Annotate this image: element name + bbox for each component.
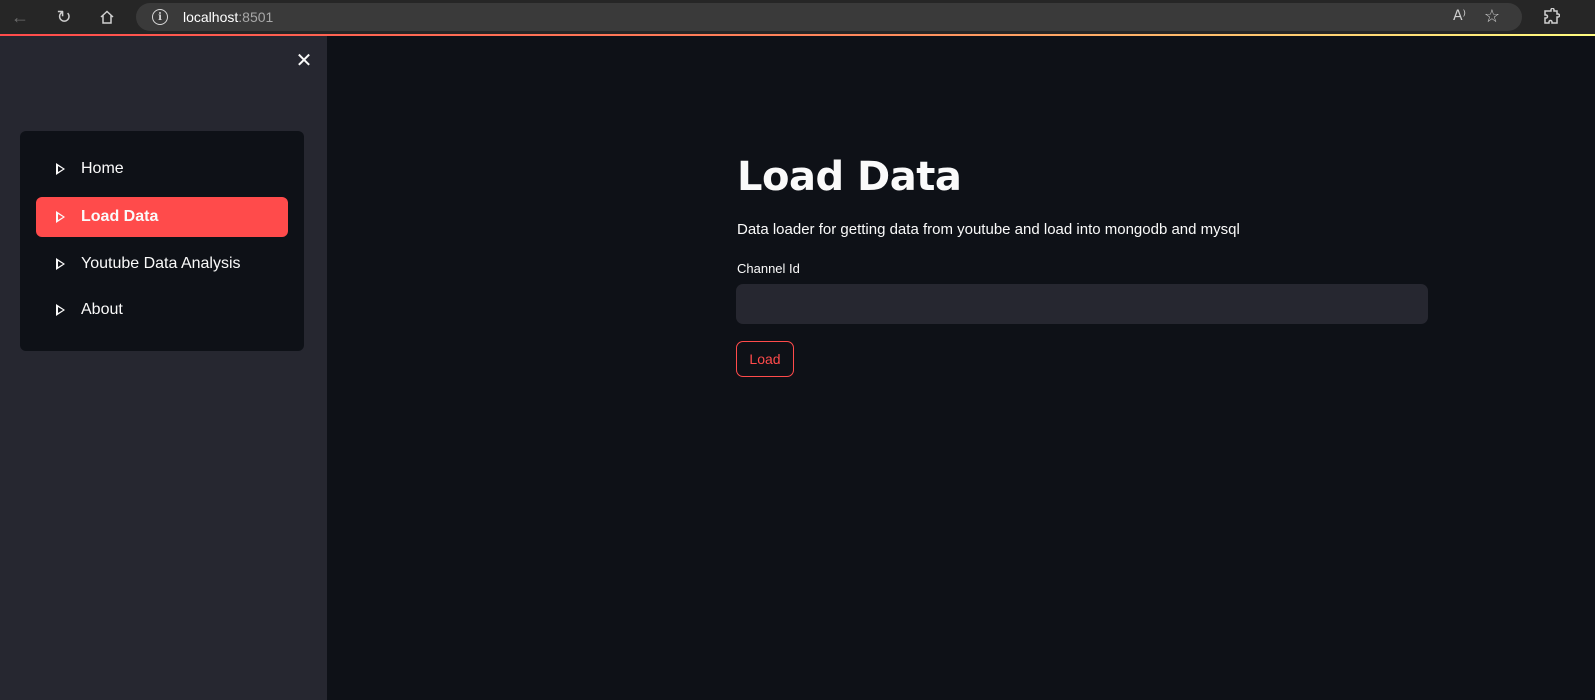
play-triangle-icon [56,163,65,175]
channel-id-input[interactable] [736,284,1428,324]
address-bar[interactable]: i localhost:8501 A⁾ ☆ [136,3,1522,31]
navigation-menu: Home Load Data Youtube Data Analysis Abo… [20,131,304,351]
page-description: Data loader for getting data from youtub… [737,221,1240,238]
site-info-icon[interactable]: i [152,9,168,25]
browser-toolbar: ← ↻ i localhost:8501 A⁾ ☆ [0,0,1595,34]
favorite-star-icon[interactable]: ☆ [1484,6,1500,27]
play-triangle-icon [56,211,65,223]
channel-id-label: Channel Id [737,261,800,276]
sidebar-item-label: Home [81,160,124,177]
play-triangle-icon [56,258,65,270]
url-port: :8501 [238,9,274,25]
sidebar-item-label: About [81,301,123,318]
sidebar: ✕ Home Load Data Youtube Data Analysis A… [0,36,327,700]
page-title: Load Data [737,154,962,200]
sidebar-item-youtube-data-analysis[interactable]: Youtube Data Analysis [36,244,288,284]
sidebar-item-about[interactable]: About [36,290,288,330]
read-aloud-icon[interactable]: A⁾ [1453,8,1466,24]
load-button[interactable]: Load [736,341,794,377]
play-triangle-icon [56,304,65,316]
url-host: localhost [183,9,239,25]
close-sidebar-icon[interactable]: ✕ [293,49,315,71]
sidebar-item-label: Youtube Data Analysis [81,255,241,272]
extensions-icon[interactable] [1538,4,1564,30]
url-text[interactable]: localhost:8501 [183,9,273,25]
sidebar-item-home[interactable]: Home [36,149,288,189]
sidebar-item-load-data[interactable]: Load Data [36,197,288,237]
home-icon[interactable] [94,4,120,30]
sidebar-item-label: Load Data [81,208,159,225]
main-content: Load Data Data loader for getting data f… [327,36,1595,700]
reload-icon[interactable]: ↻ [51,4,77,30]
back-arrow-icon[interactable]: ← [7,4,33,30]
